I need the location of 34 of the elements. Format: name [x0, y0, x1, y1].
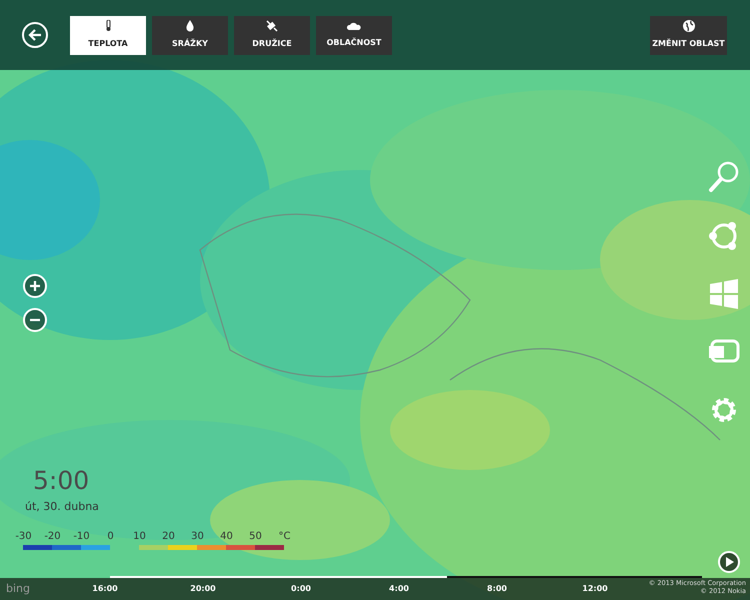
time-text: 5:00	[33, 468, 90, 493]
legend-label: -20	[43, 530, 62, 544]
cloud-icon	[347, 21, 361, 31]
legend-label: 10	[132, 530, 147, 544]
back-button[interactable]	[22, 22, 48, 48]
legend-label: 50	[248, 530, 263, 544]
time-label: 8:00	[486, 583, 508, 595]
satellite-icon	[266, 20, 278, 32]
tab[interactable]: SRÁŽKY	[152, 16, 228, 54]
play-icon	[724, 557, 734, 567]
time-label: 0:00	[290, 583, 312, 595]
time-label: 12:00	[581, 583, 609, 595]
legend-label: 20	[161, 530, 176, 544]
legend-label: 40	[219, 530, 234, 544]
tab[interactable]: DRUŽICE	[234, 16, 310, 54]
legend-label: -30	[14, 530, 33, 544]
tab[interactable]: OBLAČNOST	[316, 16, 392, 54]
time-label: 16:00	[91, 583, 119, 595]
time-label: 4:00	[388, 583, 410, 595]
date-text: út, 30. dubna	[25, 499, 99, 515]
thermometer-icon	[104, 20, 112, 32]
legend-label: 30	[190, 530, 205, 544]
timeline-track[interactable]	[110, 576, 702, 578]
legend-label: 0	[106, 530, 115, 544]
plus-icon	[29, 280, 41, 292]
time-label: 20:00	[189, 583, 217, 595]
back-arrow-icon	[28, 29, 42, 41]
legend-label: -10	[72, 530, 91, 544]
change-area-button[interactable]: ZMĚNIT OBLAST	[650, 16, 727, 54]
tab[interactable]: TEPLOTA	[70, 16, 146, 54]
legend-label: °C	[278, 530, 292, 544]
globe-icon	[682, 20, 694, 32]
drop-icon	[186, 20, 194, 32]
logo-text: bing	[6, 580, 31, 597]
